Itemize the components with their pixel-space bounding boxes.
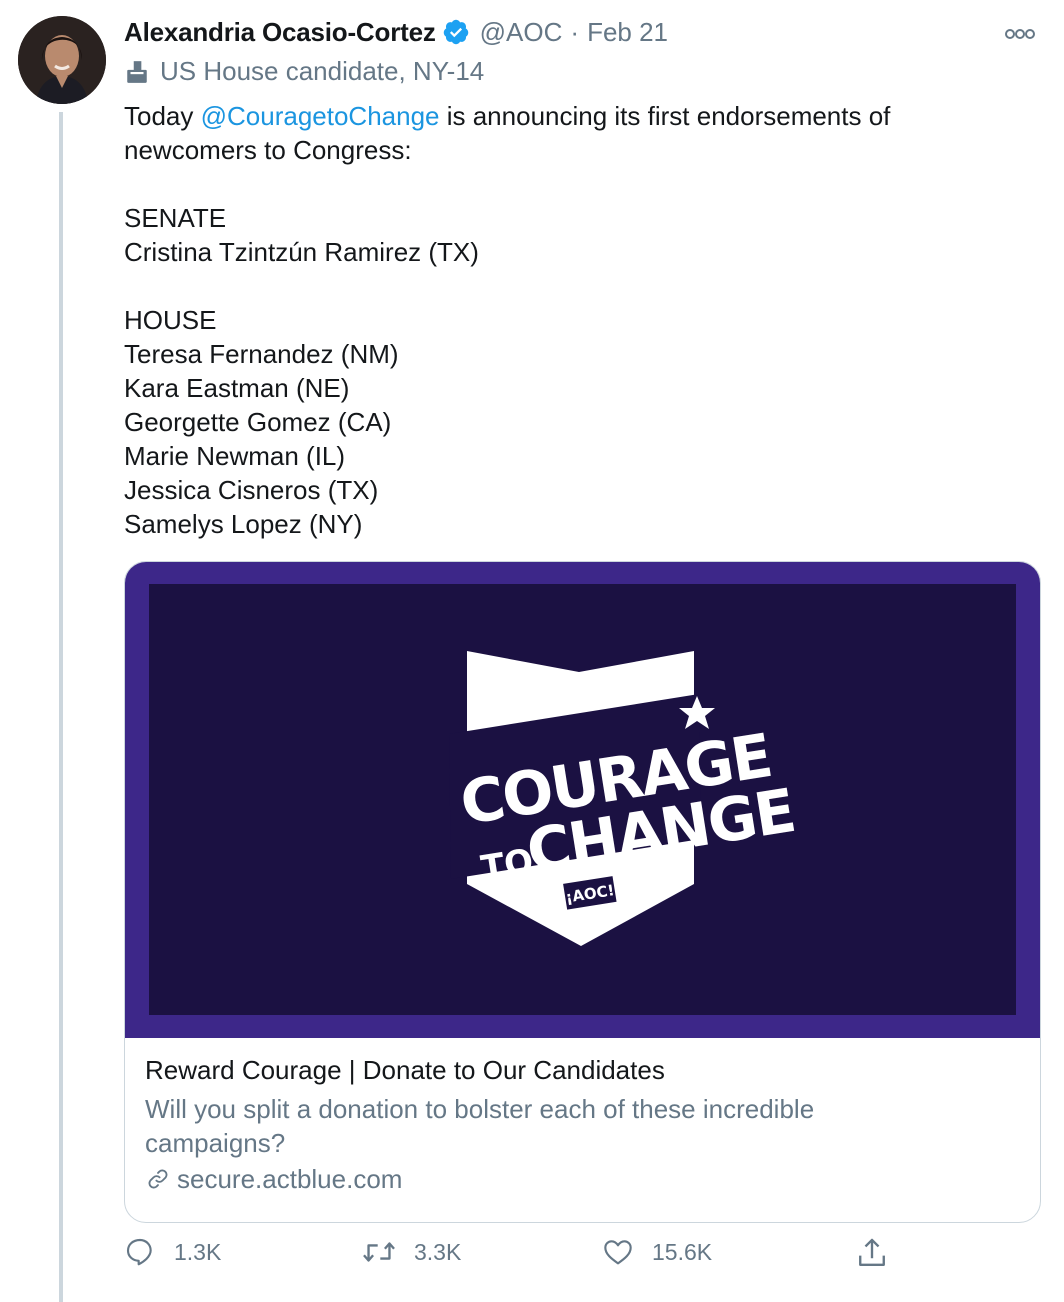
tweet-text-line: Marie Newman (IL) bbox=[124, 441, 346, 471]
account-label-text: US House candidate, NY-14 bbox=[160, 56, 485, 86]
card-description: Will you split a donation to bolster eac… bbox=[145, 1094, 815, 1158]
share-button[interactable] bbox=[856, 1236, 906, 1270]
avatar-photo bbox=[18, 16, 106, 104]
retweet-icon bbox=[363, 1242, 395, 1262]
courage-to-change-logo: COURAGE TO CHANGE ¡AOC! bbox=[449, 651, 799, 946]
tweet-text-line: Samelys Lopez (NY) bbox=[124, 509, 363, 539]
tweet-text-part: is announcing its first endorsements of bbox=[439, 101, 891, 131]
reply-count: 1.3K bbox=[174, 1238, 222, 1265]
tweet-text-line: HOUSE bbox=[124, 305, 217, 335]
tweet-text-line bbox=[124, 167, 1024, 201]
card-image[interactable]: COURAGE TO CHANGE ¡AOC! bbox=[125, 562, 1040, 1038]
tweet-text-line: newcomers to Congress: bbox=[124, 135, 412, 165]
card-url: secure.actblue.com bbox=[145, 1162, 1020, 1196]
tweet-text-line: Cristina Tzintzún Ramirez (TX) bbox=[124, 237, 479, 267]
tweet-text: Today @CouragetoChange is announcing its… bbox=[124, 99, 1024, 541]
tweet-header: Alexandria Ocasio-Cortez @AOC · Feb 21 bbox=[124, 12, 1044, 52]
card-image-inner: COURAGE TO CHANGE ¡AOC! bbox=[149, 584, 1016, 1015]
tweet-text-line bbox=[124, 269, 1024, 303]
card-image-frame bbox=[125, 1024, 1040, 1038]
card-body[interactable]: Reward Courage | Donate to Our Candidate… bbox=[145, 1052, 1020, 1196]
mention-link[interactable]: @CouragetoChange bbox=[201, 101, 440, 131]
thread-line bbox=[59, 112, 63, 1302]
retweet-button[interactable]: 3.3K bbox=[362, 1236, 461, 1268]
author-handle[interactable]: @AOC bbox=[480, 17, 563, 48]
card-url-text: secure.actblue.com bbox=[177, 1164, 403, 1194]
more-icon[interactable] bbox=[1002, 22, 1038, 46]
like-icon bbox=[604, 1240, 632, 1265]
avatar[interactable] bbox=[18, 16, 106, 104]
verified-badge-icon bbox=[443, 19, 468, 45]
share-icon bbox=[859, 1238, 885, 1266]
card-title: Reward Courage | Donate to Our Candidate… bbox=[145, 1055, 665, 1085]
like-button[interactable]: 15.6K bbox=[602, 1236, 712, 1268]
like-count: 15.6K bbox=[652, 1238, 713, 1265]
author-name[interactable]: Alexandria Ocasio-Cortez bbox=[124, 17, 436, 48]
tweet-text-line: SENATE bbox=[124, 203, 227, 233]
link-icon bbox=[148, 1169, 168, 1189]
tweet-text-line: Teresa Fernandez (NM) bbox=[124, 339, 399, 369]
action-bar: 1.3K 3.3K 15.6K bbox=[124, 1236, 904, 1280]
link-card[interactable]: COURAGE TO CHANGE ¡AOC! Reward Courage |… bbox=[124, 561, 1041, 1223]
tweet-text-line: Jessica Cisneros (TX) bbox=[124, 475, 379, 505]
reply-icon bbox=[126, 1238, 152, 1266]
tweet-text-line: Georgette Gomez (CA) bbox=[124, 407, 392, 437]
header-separator: · bbox=[570, 16, 580, 47]
tweet-text-line: Kara Eastman (NE) bbox=[124, 373, 350, 403]
tweet-text-part: Today bbox=[124, 101, 201, 131]
reply-button[interactable]: 1.3K bbox=[124, 1236, 221, 1268]
tweet-date[interactable]: Feb 21 bbox=[587, 17, 668, 48]
tweet-text-line: Today @CouragetoChange is announcing its… bbox=[124, 99, 1024, 133]
retweet-count: 3.3K bbox=[414, 1238, 462, 1265]
account-label: US House candidate, NY-14 bbox=[124, 56, 484, 87]
ballot-box-icon bbox=[127, 60, 147, 83]
